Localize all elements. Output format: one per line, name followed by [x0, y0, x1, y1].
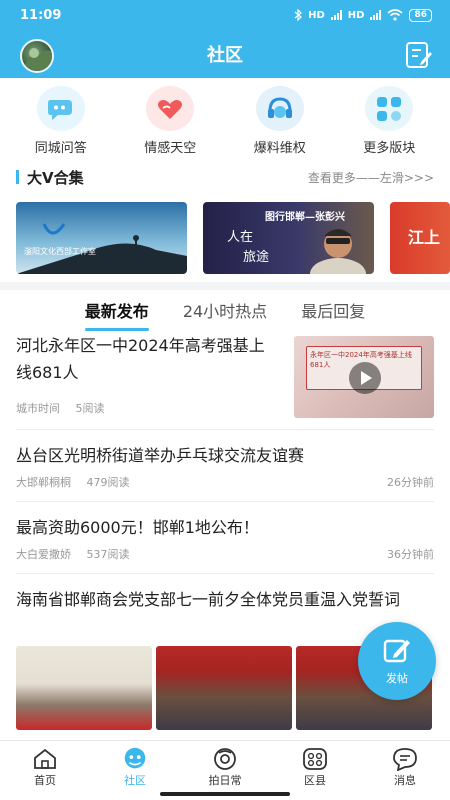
post-meta: 大邯郸桐桐 479阅读 — [16, 474, 130, 490]
nav-label: 消息 — [394, 774, 416, 787]
bigv-title: 大V合集 — [16, 167, 84, 188]
bottom-nav: 首页 社区 拍日常 区县 消息 — [0, 740, 450, 800]
new-post-button[interactable]: 发帖 — [358, 622, 436, 700]
post-title: 丛台区光明桥街道举办乒乓球交流友谊赛 — [16, 446, 305, 465]
bigv-banner-2-sub1: 人在 — [227, 230, 254, 245]
edit-post-icon[interactable] — [404, 40, 434, 70]
post-title: 最高资助6000元！邯郸1地公布！ — [16, 518, 259, 537]
status-bar: 11:09 HD HD 86 — [0, 0, 450, 30]
tab-latest[interactable]: 最新发布 — [84, 292, 149, 331]
network-2-label: HD — [347, 9, 365, 21]
post-photo[interactable] — [16, 646, 152, 730]
bigv-banner-2[interactable]: 图行邯郸—张彭兴 人在 旅途 — [203, 202, 374, 274]
battery-indicator: 86 — [409, 8, 432, 22]
post-source: 城市时间 — [16, 402, 60, 415]
category-more[interactable]: 更多版块 — [339, 86, 439, 156]
signal-1-icon — [330, 10, 342, 20]
post-photo[interactable] — [156, 646, 292, 730]
home-icon — [31, 746, 59, 772]
bigv-banner-2-sub2: 旅途 — [243, 250, 270, 265]
post-reads: 537阅读 — [86, 548, 130, 561]
post-thumbnail[interactable]: 永年区一中2024年高考强基上线681人 — [294, 336, 434, 418]
bigv-carousel[interactable]: 滏阳文化西部工作室 图行邯郸—张彭兴 人在 旅途 江上 — [0, 192, 450, 276]
post-time: 36分钟前 — [387, 548, 434, 561]
category-row: 同城问答 情感天空 爆料维权 更多版块 — [0, 78, 450, 156]
nav-home[interactable]: 首页 — [5, 741, 85, 800]
nav-label: 拍日常 — [208, 774, 242, 787]
bigv-banner-3-caption: 江上 — [408, 228, 441, 247]
compose-icon — [383, 639, 410, 663]
category-qa[interactable]: 同城问答 — [11, 86, 111, 156]
bigv-banner-3[interactable]: 江上 — [390, 202, 450, 274]
post-reads: 5阅读 — [75, 402, 105, 415]
category-label: 爆料维权 — [253, 141, 306, 156]
post-title: 海南省邯郸商会党支部七一前夕全体党员重温入党誓词 — [16, 590, 401, 609]
page-title: 社区 — [207, 45, 243, 66]
nav-label: 社区 — [124, 774, 146, 787]
home-indicator — [160, 792, 290, 796]
play-icon[interactable] — [349, 362, 381, 394]
category-label: 情感天空 — [144, 141, 197, 156]
status-time: 11:09 — [20, 7, 62, 23]
post-source: 大邯郸桐桐 — [16, 476, 71, 489]
feed-tabs: 最新发布 24小时热点 最后回复 — [0, 290, 450, 331]
bigv-banner-1[interactable]: 滏阳文化西部工作室 — [16, 202, 187, 274]
status-icons: HD HD 86 — [294, 8, 432, 22]
headset-icon — [255, 86, 304, 131]
post-meta: 城市时间 5阅读 — [16, 400, 105, 416]
bluetooth-icon — [294, 9, 303, 21]
title-bar: 社区 — [0, 30, 450, 78]
new-post-label: 发帖 — [386, 672, 408, 685]
top-bar: 11:09 HD HD 86 社区 — [0, 0, 450, 78]
category-emotion[interactable]: 情感天空 — [120, 86, 220, 156]
wifi-icon — [387, 9, 403, 21]
avatar[interactable] — [20, 39, 54, 73]
nav-messages[interactable]: 消息 — [365, 741, 445, 800]
camera-icon — [211, 746, 239, 772]
category-label: 同城问答 — [34, 141, 87, 156]
post-meta: 大白爱撒娇 537阅读 — [16, 546, 130, 562]
list-item[interactable]: 河北永年区一中2024年高考强基上线681人 城市时间 5阅读 永年区一中202… — [16, 330, 434, 430]
tab-last-reply[interactable]: 最后回复 — [301, 292, 365, 328]
bigv-banner-1-caption: 滏阳文化西部工作室 — [24, 247, 96, 256]
more-blocks-icon — [365, 86, 414, 131]
districts-icon — [301, 746, 329, 772]
heart-hands-icon — [146, 86, 195, 131]
message-icon — [391, 746, 419, 772]
community-icon — [121, 746, 149, 772]
nav-label: 首页 — [34, 774, 56, 787]
bigv-more-link[interactable]: 查看更多——左滑>>> — [308, 169, 434, 186]
post-title: 河北永年区一中2024年高考强基上线681人 — [16, 336, 265, 382]
nav-label: 区县 — [304, 774, 326, 787]
section-divider — [0, 282, 450, 290]
list-item[interactable]: 最高资助6000元！邯郸1地公布！ 大白爱撒娇 537阅读 36分钟前 — [16, 502, 434, 574]
bigv-header: 大V合集 查看更多——左滑>>> — [0, 162, 450, 192]
post-time: 26分钟前 — [387, 476, 434, 489]
category-label: 更多版块 — [363, 141, 416, 156]
post-reads: 479阅读 — [86, 476, 130, 489]
category-report[interactable]: 爆料维权 — [230, 86, 330, 156]
qa-bubble-icon — [36, 86, 85, 131]
post-source: 大白爱撒娇 — [16, 548, 71, 561]
list-item[interactable]: 丛台区光明桥街道举办乒乓球交流友谊赛 大邯郸桐桐 479阅读 26分钟前 — [16, 430, 434, 502]
network-1-label: HD — [308, 9, 325, 21]
signal-2-icon — [370, 10, 382, 20]
tab-24h-hot[interactable]: 24小时热点 — [183, 292, 267, 328]
